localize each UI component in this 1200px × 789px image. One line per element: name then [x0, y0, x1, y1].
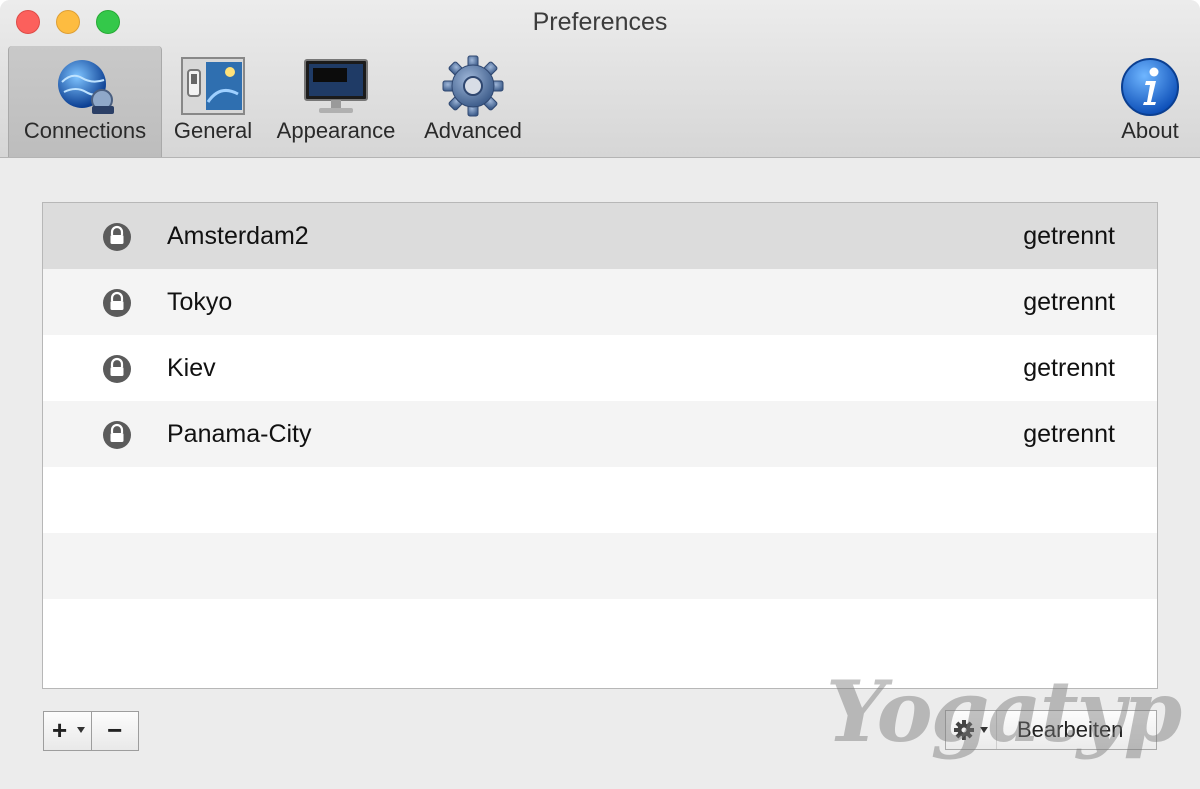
list-item[interactable]: Tokyo getrennt	[43, 269, 1157, 335]
list-item[interactable]: Kiev getrennt	[43, 335, 1157, 401]
connection-status: getrennt	[1023, 288, 1115, 316]
add-remove-control: + −	[43, 711, 139, 751]
toolbar-tab-about[interactable]: About	[1108, 46, 1192, 157]
toolbar-tab-connections[interactable]: Connections	[8, 46, 162, 157]
connection-name: Amsterdam2	[167, 222, 309, 250]
lock-icon	[103, 355, 131, 383]
preferences-window: Preferences Connections General Appearan…	[0, 0, 1200, 789]
lock-icon	[103, 289, 131, 317]
connection-name: Panama-City	[167, 420, 312, 448]
edit-button[interactable]: Bearbeiten	[1017, 717, 1123, 743]
edit-control: Bearbeiten	[945, 710, 1157, 750]
window-title: Preferences	[532, 8, 668, 36]
connection-status: getrennt	[1023, 222, 1115, 250]
chevron-down-icon	[980, 727, 988, 733]
gear-icon	[954, 720, 974, 740]
connection-name: Kiev	[167, 354, 216, 382]
switch-panel-icon	[181, 57, 245, 115]
toolbar: Preferences Connections General Appearan…	[0, 0, 1200, 158]
toolbar-tab-advanced[interactable]: Advanced	[414, 46, 532, 157]
toolbar-tab-label: Connections	[23, 118, 147, 143]
globe-network-icon	[58, 60, 114, 114]
connection-status: getrennt	[1023, 420, 1115, 448]
lock-icon	[103, 421, 131, 449]
connection-status: getrennt	[1023, 354, 1115, 382]
empty-row	[43, 599, 1157, 665]
plus-icon: +	[52, 715, 68, 745]
toolbar-tab-appearance[interactable]: Appearance	[266, 46, 406, 157]
chevron-down-icon	[76, 727, 85, 733]
connection-name: Tokyo	[167, 288, 233, 316]
toolbar-tab-label: General	[173, 118, 253, 143]
toolbar-tab-general[interactable]: General	[164, 46, 262, 157]
empty-row	[43, 533, 1157, 599]
list-item[interactable]: Panama-City getrennt	[43, 401, 1157, 467]
toolbar-tab-label: About	[1121, 118, 1179, 143]
minus-icon: −	[107, 715, 123, 745]
gear-icon	[442, 55, 504, 117]
lock-icon	[103, 223, 131, 251]
toolbar-tab-label: Advanced	[424, 118, 522, 143]
action-menu-button[interactable]	[946, 711, 997, 749]
add-connection-button[interactable]: +	[44, 712, 91, 750]
monitor-icon	[304, 59, 368, 113]
remove-connection-button[interactable]: −	[90, 712, 139, 750]
list-item[interactable]: Amsterdam2 getrennt	[43, 203, 1157, 269]
toolbar-tab-label: Appearance	[276, 118, 396, 143]
connections-list[interactable]: Amsterdam2 getrennt Tokyo getrennt Kiev …	[42, 202, 1158, 689]
empty-row	[43, 467, 1157, 533]
info-icon	[1121, 58, 1179, 116]
